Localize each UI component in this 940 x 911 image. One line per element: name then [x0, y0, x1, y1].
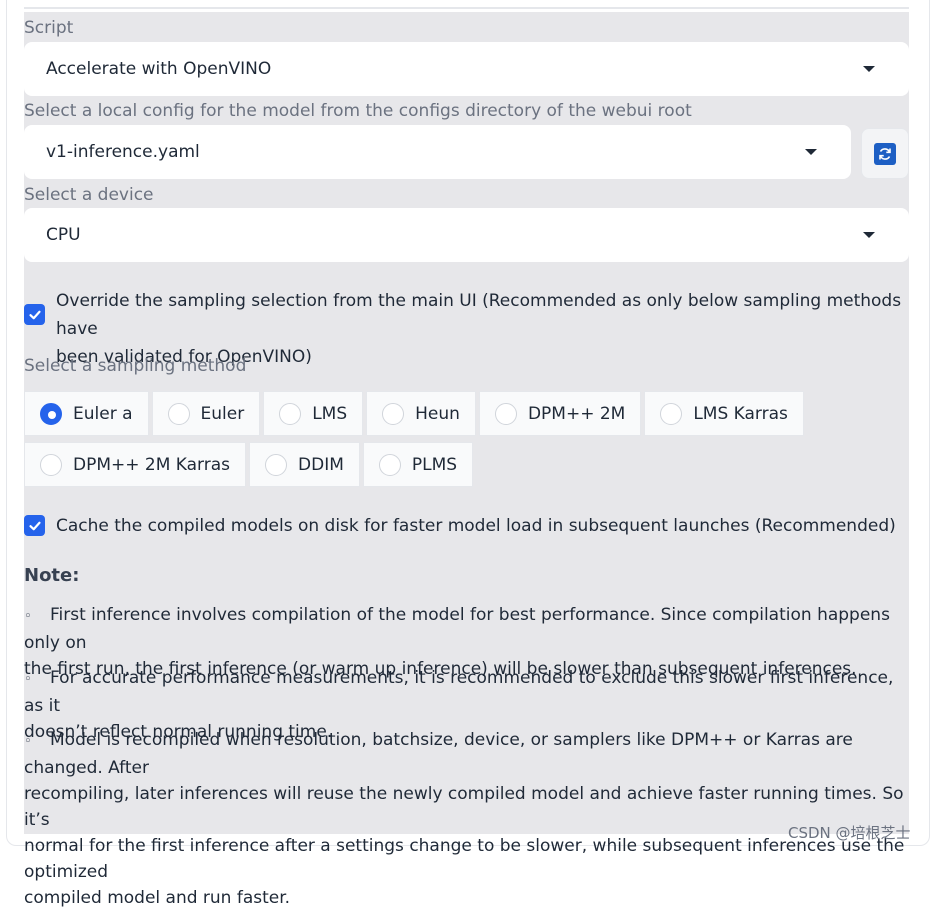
radio-dpmpp-2m-karras[interactable]: DPM++ 2M Karras [24, 442, 247, 487]
divider [24, 7, 909, 9]
radio-dpmpp-2m[interactable]: DPM++ 2M [478, 391, 642, 436]
radio-button-icon [167, 402, 190, 425]
radio-button-icon [660, 402, 683, 425]
config-dropdown[interactable]: v1-inference.yaml [24, 125, 851, 179]
radio-lms-karras[interactable]: LMS Karras [644, 391, 804, 436]
checkmark-icon [28, 310, 41, 319]
device-dropdown-value: CPU [46, 225, 81, 245]
cache-models-checkbox[interactable] [24, 515, 45, 536]
radio-lms[interactable]: LMS [263, 391, 364, 436]
radio-button-icon [40, 453, 62, 476]
script-dropdown-value: Accelerate with OpenVINO [46, 59, 272, 79]
device-label: Select a device [24, 185, 154, 205]
checkmark-icon [28, 521, 41, 530]
watermark: CSDN @培根芝士 [788, 824, 911, 842]
sampling-radio-row-2: DPM++ 2M Karras DDIM PLMS [24, 442, 474, 487]
bullet-icon: ◦ [24, 672, 32, 687]
radio-button-icon [40, 402, 62, 425]
radio-button-icon [378, 453, 401, 476]
radio-plms[interactable]: PLMS [362, 442, 474, 487]
radio-button-icon [494, 402, 517, 425]
radio-euler-a[interactable]: Euler a [24, 391, 149, 436]
sampling-radio-row-1: Euler a Euler LMS Heun DPM++ 2M LMS Karr… [24, 391, 804, 436]
config-dropdown-value: v1-inference.yaml [46, 142, 200, 162]
radio-ddim[interactable]: DDIM [249, 442, 360, 487]
note-item-3: ◦ Model is recompiled when resolution, ba… [24, 730, 905, 908]
bullet-icon: ◦ [24, 609, 32, 624]
config-label: Select a local config for the model from… [24, 101, 692, 121]
radio-button-icon [265, 453, 288, 476]
refresh-icon [874, 142, 896, 165]
device-dropdown[interactable]: CPU [24, 208, 909, 262]
radio-heun[interactable]: Heun [366, 391, 476, 436]
chevron-down-icon [863, 66, 875, 72]
override-sampling-checkbox[interactable] [24, 304, 45, 325]
note-title: Note: [24, 565, 80, 586]
radio-button-icon [382, 402, 405, 425]
refresh-config-button[interactable] [861, 128, 909, 179]
bullet-icon: ◦ [24, 734, 32, 749]
script-label: Script [24, 18, 74, 38]
chevron-down-icon [863, 232, 875, 238]
radio-button-icon [279, 402, 302, 425]
sampling-method-label: Select a sampling method [24, 356, 247, 376]
cache-models-label: Cache the compiled models on disk for fa… [56, 516, 896, 536]
chevron-down-icon [805, 149, 817, 155]
script-dropdown[interactable]: Accelerate with OpenVINO [24, 42, 909, 96]
radio-euler[interactable]: Euler [151, 391, 261, 436]
